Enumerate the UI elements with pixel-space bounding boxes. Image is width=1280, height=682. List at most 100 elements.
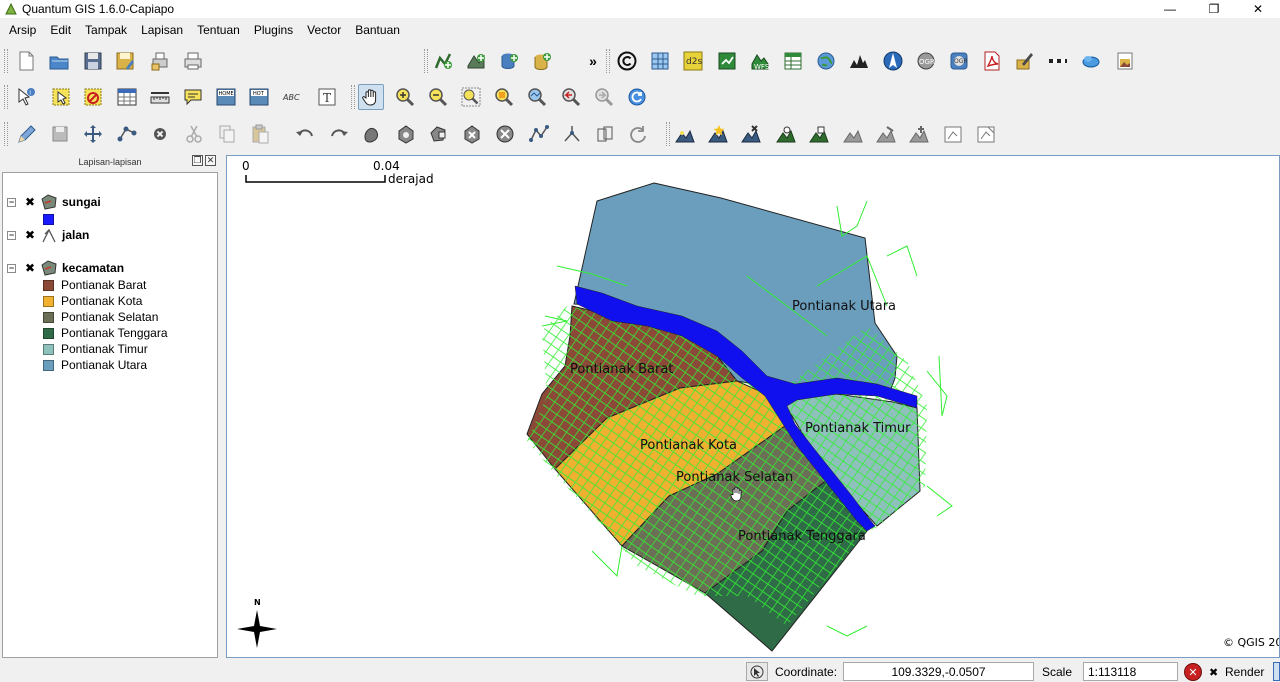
restore-button[interactable]: ❐	[1192, 0, 1236, 18]
projection-button[interactable]	[1273, 662, 1280, 681]
capture-star-button[interactable]	[705, 121, 731, 147]
toolbar-overflow-button[interactable]: »	[580, 48, 606, 74]
menu-bantuan[interactable]: Bantuan	[348, 23, 407, 37]
toolbar-grip[interactable]	[606, 49, 610, 73]
select-features-button[interactable]	[48, 84, 74, 110]
copy-features-button[interactable]	[214, 121, 240, 147]
show-bookmarks-button[interactable]: HOT	[246, 84, 272, 110]
node-tool-button[interactable]	[114, 121, 140, 147]
map-tips-button[interactable]	[180, 84, 206, 110]
render-checkbox[interactable]: ✖	[1209, 663, 1218, 681]
layer-expander[interactable]: −	[7, 230, 16, 240]
scale-field[interactable]: 1:113118	[1083, 662, 1178, 681]
redo-button[interactable]	[326, 121, 352, 147]
menu-vector[interactable]: Vector	[300, 23, 348, 37]
interpolation-button[interactable]	[846, 48, 872, 74]
menu-plugins[interactable]: Plugins	[247, 23, 300, 37]
layer-kecamatan[interactable]: − ✖ kecamatan	[7, 260, 124, 276]
north-arrow-button[interactable]	[880, 48, 906, 74]
add-raster-layer-button[interactable]	[463, 48, 489, 74]
capture-point-button[interactable]	[672, 121, 698, 147]
toggle-coordinate-button[interactable]	[746, 662, 768, 681]
gps-tools-button[interactable]	[714, 48, 740, 74]
new-bookmark-button[interactable]: HOME	[213, 84, 239, 110]
delete-selected-button[interactable]	[147, 121, 173, 147]
export-pdf-button[interactable]	[979, 48, 1005, 74]
menu-arsip[interactable]: Arsip	[0, 23, 43, 37]
add-postgis-layer-button[interactable]	[496, 48, 522, 74]
add-part-button[interactable]	[426, 121, 452, 147]
reshape-button[interactable]	[526, 121, 552, 147]
measure-line-button[interactable]	[147, 84, 173, 110]
simplify-feature-button[interactable]	[359, 121, 385, 147]
toolbar-grip[interactable]	[4, 122, 8, 146]
cut-features-button[interactable]	[181, 121, 207, 147]
identify-features-button[interactable]: i	[13, 84, 39, 110]
advanced-edit-1-button[interactable]	[773, 121, 799, 147]
scale-bar-button[interactable]	[1045, 48, 1071, 74]
split-features-button[interactable]	[559, 121, 585, 147]
deselect-features-button[interactable]	[80, 84, 106, 110]
panel-float-button[interactable]: ❐	[192, 155, 203, 166]
menu-tentuan[interactable]: Tentuan	[190, 23, 247, 37]
save-project-button[interactable]	[80, 48, 106, 74]
grid-maker-button[interactable]	[780, 48, 806, 74]
text-annotation-button[interactable]: T	[314, 84, 340, 110]
menu-tampak[interactable]: Tampak	[78, 23, 134, 37]
zoom-out-button[interactable]	[425, 84, 451, 110]
advanced-edit-2-button[interactable]	[806, 121, 832, 147]
advanced-edit-6-button[interactable]	[940, 121, 966, 147]
stop-render-button[interactable]: ✕	[1184, 663, 1202, 681]
zoom-in-button[interactable]	[392, 84, 418, 110]
zoom-next-button[interactable]	[591, 84, 617, 110]
ogr-layer-button[interactable]: OGR	[913, 48, 939, 74]
add-ring-button[interactable]	[393, 121, 419, 147]
toolbar-grip[interactable]	[4, 49, 8, 73]
move-feature-button[interactable]	[80, 121, 106, 147]
toolbar-grip[interactable]	[666, 122, 670, 146]
open-project-button[interactable]	[46, 48, 72, 74]
zoom-to-selection-button[interactable]	[491, 84, 517, 110]
plugin-builder-button[interactable]	[1012, 48, 1038, 74]
wfs-button[interactable]: WFS	[747, 48, 773, 74]
add-vector-layer-button[interactable]	[430, 48, 456, 74]
capture-delete-button[interactable]	[738, 121, 764, 147]
new-project-button[interactable]	[13, 48, 39, 74]
print-composer-button[interactable]	[147, 48, 173, 74]
toolbar-grip[interactable]	[424, 49, 428, 73]
coordinate-field[interactable]: 109.3329,-0.0507	[843, 662, 1034, 681]
delete-part-button[interactable]	[492, 121, 518, 147]
toolbar-grip[interactable]	[351, 85, 355, 109]
pan-map-button[interactable]	[358, 84, 384, 110]
close-button[interactable]: ✕	[1236, 0, 1280, 18]
delete-ring-button[interactable]	[459, 121, 485, 147]
undo-button[interactable]	[292, 121, 318, 147]
dxf2shp-button[interactable]: d2s	[680, 48, 706, 74]
advanced-edit-4-button[interactable]	[873, 121, 899, 147]
attribute-table-button[interactable]	[114, 84, 140, 110]
menu-edit[interactable]: Edit	[43, 23, 78, 37]
layer-visibility-checkbox[interactable]: ✖	[24, 196, 36, 208]
map-canvas[interactable]: Pontianak Utara Pontianak Barat Pontiana…	[226, 155, 1280, 658]
toolbar-grip[interactable]	[4, 85, 8, 109]
rotate-symbols-button[interactable]	[625, 121, 651, 147]
layer-visibility-checkbox[interactable]: ✖	[24, 229, 36, 241]
zoom-to-layer-button[interactable]	[524, 84, 550, 110]
ogr-converter-alt-button[interactable]: OGR	[946, 48, 972, 74]
advanced-edit-5-button[interactable]	[906, 121, 932, 147]
ogr-converter-button[interactable]	[813, 48, 839, 74]
copyright-label-button[interactable]	[614, 48, 640, 74]
merge-features-button[interactable]	[592, 121, 618, 147]
save-edits-button[interactable]	[47, 121, 73, 147]
save-as-button[interactable]	[112, 48, 138, 74]
layer-sungai[interactable]: − ✖ sungai	[7, 194, 101, 210]
wms-button[interactable]	[1078, 48, 1104, 74]
label-tool-button[interactable]: ABC	[280, 84, 306, 110]
panel-close-button[interactable]: ✕	[205, 155, 216, 166]
advanced-edit-7-button[interactable]	[973, 121, 999, 147]
layer-expander[interactable]: −	[7, 263, 16, 273]
add-spatialite-layer-button[interactable]	[529, 48, 555, 74]
layer-jalan[interactable]: − ✖ jalan	[7, 227, 89, 243]
print-button[interactable]	[180, 48, 206, 74]
toggle-editing-button[interactable]	[14, 121, 40, 147]
